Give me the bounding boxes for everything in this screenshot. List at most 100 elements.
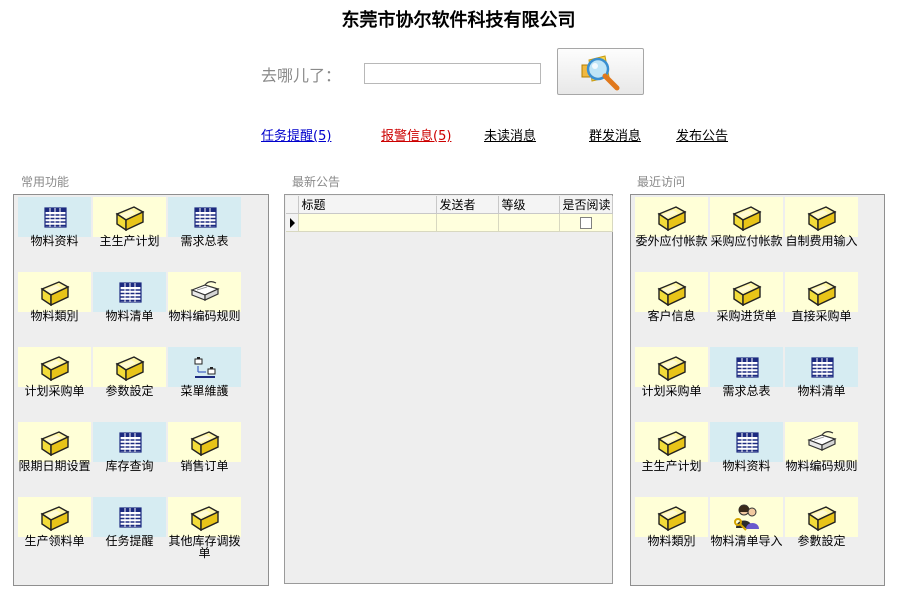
shortcut-tile[interactable]: 库存查询 — [93, 421, 166, 489]
shortcut-tile[interactable]: 物料编码规则 — [168, 271, 241, 339]
column-header-title[interactable]: 标题 — [298, 196, 437, 214]
tile-label: 主生产计划 — [99, 234, 160, 248]
shortcut-tile[interactable]: 任务提醒 — [93, 496, 166, 564]
tile-label: 委外应付帐款 — [635, 234, 708, 248]
recent-visits-panel: 委外应付帐款 采购应付帐款 自制费用输入客户信息 采购进货单 直接采购单计划采购单 需求总… — [630, 194, 885, 586]
tile-label: 自制费用输入 — [785, 234, 858, 248]
shortcut-tile[interactable]: 主生产计划 — [93, 196, 166, 264]
tile-label: 主生产计划 — [641, 459, 702, 473]
link-publish-notice[interactable]: 发布公告 — [676, 125, 728, 144]
table-icon — [731, 353, 763, 381]
shortcut-tile[interactable]: 物料清单 — [93, 271, 166, 339]
search-label: 去哪儿了： — [261, 66, 342, 85]
cell-level[interactable] — [498, 213, 560, 232]
tile-label: 物料類別 — [647, 534, 696, 548]
shortcut-tile[interactable]: 客户信息 — [635, 271, 708, 339]
tile-label: 生产领料单 — [24, 534, 85, 548]
table-icon — [114, 278, 146, 306]
tile-label: 物料编码规则 — [168, 309, 241, 323]
book-icon — [806, 428, 838, 456]
common-functions-panel: 物料资料 主生产计划 需求总表物料類別 物料清单 物料编码规则计划采购单 参数設定 菜單維護… — [13, 194, 269, 586]
shortcut-tile[interactable]: 物料清单导入 — [710, 496, 783, 564]
row-selector[interactable] — [286, 213, 299, 232]
shortcut-tile[interactable]: 直接采购单 — [785, 271, 858, 339]
tile-label: 物料清单导入 — [710, 534, 783, 548]
shortcut-tile[interactable]: 物料资料 — [710, 421, 783, 489]
tile-label: 需求总表 — [722, 384, 771, 398]
tile-label: 物料编码规则 — [785, 459, 858, 473]
table-icon — [806, 353, 838, 381]
latest-notices-label: 最新公告 — [292, 175, 341, 189]
shortcut-tile[interactable]: 计划采购单 — [18, 346, 91, 414]
magnifier-icon — [581, 55, 620, 91]
column-header-read[interactable]: 是否阅读 — [559, 196, 613, 214]
tile-label: 销售订单 — [180, 459, 229, 473]
shortcut-tile[interactable]: 物料编码规则 — [785, 421, 858, 489]
table-icon — [39, 203, 71, 231]
tile-label: 客户信息 — [647, 309, 696, 323]
column-header-sender[interactable]: 发送者 — [436, 196, 499, 214]
shortcut-tile[interactable]: 物料類別 — [18, 271, 91, 339]
tile-label: 直接采购单 — [791, 309, 852, 323]
link-alarm-info[interactable]: 报警信息(5) — [381, 125, 451, 144]
shortcut-tile[interactable]: 生产领料单 — [18, 496, 91, 564]
folder-icon — [114, 353, 146, 382]
folder-icon — [656, 503, 688, 532]
folder-icon — [189, 428, 221, 457]
common-functions-label: 常用功能 — [21, 175, 70, 189]
shortcut-tile[interactable]: 销售订单 — [168, 421, 241, 489]
cell-title[interactable] — [298, 213, 437, 232]
table-row[interactable] — [286, 213, 613, 232]
current-row-arrow-icon — [290, 217, 295, 228]
tile-label: 采购应付帐款 — [710, 234, 783, 248]
shortcut-tile[interactable]: 限期日期设置 — [18, 421, 91, 489]
shortcut-tile[interactable]: 参数設定 — [93, 346, 166, 414]
shortcut-tile[interactable]: 计划采购单 — [635, 346, 708, 414]
shortcut-tile[interactable]: 物料清单 — [785, 346, 858, 414]
book-icon — [189, 278, 221, 306]
table-icon — [114, 503, 146, 531]
read-checkbox[interactable] — [579, 216, 592, 229]
tile-label: 需求总表 — [180, 234, 229, 248]
shortcut-tile[interactable]: 需求总表 — [710, 346, 783, 414]
tile-label: 物料清单 — [797, 384, 846, 398]
app-title: 东莞市协尔软件科技有限公司 — [341, 10, 576, 31]
folder-icon — [39, 503, 71, 532]
tile-label: 计划采购单 — [24, 384, 85, 398]
tile-label: 限期日期设置 — [18, 459, 91, 473]
column-header-level[interactable]: 等级 — [498, 196, 560, 214]
tile-label: 参数設定 — [105, 384, 154, 398]
shortcut-tile[interactable]: 物料類別 — [635, 496, 708, 564]
folder-icon — [731, 203, 763, 232]
shortcut-tile[interactable]: 其他库存调拨单 — [168, 496, 241, 564]
table-icon — [189, 203, 221, 231]
tile-label: 物料资料 — [722, 459, 771, 473]
folder-icon — [731, 278, 763, 307]
link-task-reminder[interactable]: 任务提醒(5) — [261, 125, 331, 144]
folder-icon — [114, 203, 146, 232]
recent-visits-label: 最近访问 — [637, 175, 686, 189]
search-input[interactable] — [364, 63, 541, 84]
shortcut-tile[interactable]: 自制费用输入 — [785, 196, 858, 264]
shortcut-tile[interactable]: 委外应付帐款 — [635, 196, 708, 264]
link-broadcast-message[interactable]: 群发消息 — [589, 125, 641, 144]
users-key-icon — [731, 503, 763, 531]
folder-icon — [656, 428, 688, 457]
grid-corner — [286, 196, 299, 214]
tile-label: 物料類別 — [30, 309, 79, 323]
link-unread-messages[interactable]: 未读消息 — [484, 125, 536, 144]
notices-panel: 标题 发送者 等级 是否阅读 — [284, 194, 613, 584]
cell-sender[interactable] — [436, 213, 499, 232]
shortcut-tile[interactable]: 采购应付帐款 — [710, 196, 783, 264]
shortcut-tile[interactable]: 采购进货单 — [710, 271, 783, 339]
search-button[interactable] — [557, 48, 644, 95]
notices-grid: 标题 发送者 等级 是否阅读 — [286, 196, 613, 232]
shortcut-tile[interactable]: 菜單維護 — [168, 346, 241, 414]
shortcut-tile[interactable]: 主生产计划 — [635, 421, 708, 489]
tile-label: 物料资料 — [30, 234, 79, 248]
folder-icon — [39, 353, 71, 382]
shortcut-tile[interactable]: 物料资料 — [18, 196, 91, 264]
shortcut-tile[interactable]: 参數設定 — [785, 496, 858, 564]
shortcut-tile[interactable]: 需求总表 — [168, 196, 241, 264]
cell-read[interactable] — [559, 213, 613, 232]
